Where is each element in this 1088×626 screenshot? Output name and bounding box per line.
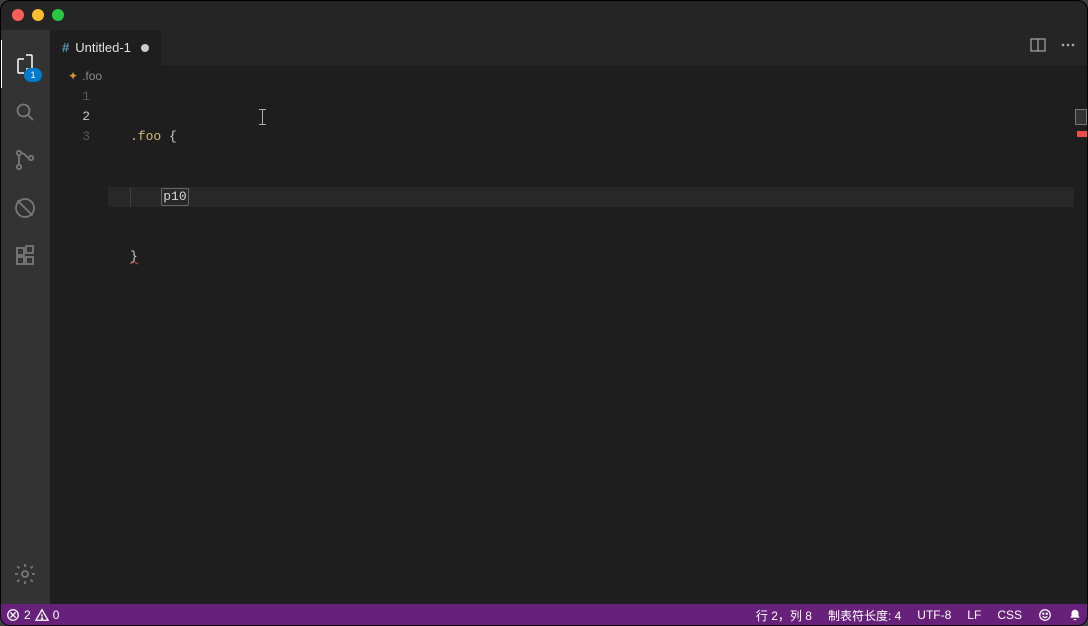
text-cursor: [262, 109, 263, 125]
status-encoding[interactable]: UTF-8: [911, 608, 957, 622]
activity-explorer-badge: 1: [24, 68, 42, 82]
status-problems[interactable]: 2 0: [0, 608, 65, 622]
code-content[interactable]: .foo { p10 }: [108, 87, 1088, 604]
editor-area[interactable]: 1 2 3 .foo { p10 }: [50, 87, 1088, 604]
css-selector-token: .foo: [130, 129, 161, 144]
warning-icon: [35, 608, 49, 622]
status-feedback[interactable]: [1032, 608, 1058, 622]
status-cursor-position[interactable]: 行 2，列 8: [750, 607, 818, 624]
bell-icon: [1068, 608, 1082, 622]
code-line[interactable]: p10: [108, 187, 1088, 207]
split-editor-icon[interactable]: [1030, 37, 1046, 58]
brace-token: {: [161, 129, 177, 144]
tab-label: Untitled-1: [75, 40, 131, 55]
ruler-error-marker: [1077, 131, 1087, 137]
window-titlebar: [0, 0, 1088, 30]
indent-guide: [130, 187, 131, 207]
line-number-gutter: 1 2 3: [50, 87, 108, 604]
activity-search[interactable]: [0, 88, 50, 136]
line-number: 2: [50, 107, 90, 127]
code-line[interactable]: }: [108, 247, 1088, 267]
smiley-icon: [1038, 608, 1052, 622]
error-icon: [6, 608, 20, 622]
tab-dirty-indicator: [141, 44, 149, 52]
activity-source-control[interactable]: [0, 136, 50, 184]
brace-token: }: [130, 249, 138, 265]
window-zoom-button[interactable]: [52, 9, 64, 21]
activity-debug[interactable]: [0, 184, 50, 232]
breadcrumb-item: .foo: [82, 69, 102, 83]
error-count: 2: [24, 608, 31, 622]
code-line[interactable]: .foo {: [108, 127, 1088, 147]
css-rule-icon: ✦: [68, 69, 78, 83]
editor-tabs: # Untitled-1: [50, 30, 1088, 65]
ruler-viewport-marker: [1075, 109, 1087, 125]
emmet-abbreviation: p10: [161, 188, 188, 206]
overview-ruler[interactable]: [1074, 87, 1088, 604]
window-close-button[interactable]: [12, 9, 24, 21]
activity-settings[interactable]: [0, 550, 50, 598]
status-language-mode[interactable]: CSS: [991, 608, 1028, 622]
warning-count: 0: [53, 608, 60, 622]
tab-untitled[interactable]: # Untitled-1: [50, 30, 162, 65]
activity-extensions[interactable]: [0, 232, 50, 280]
line-number: 3: [50, 127, 90, 147]
status-notifications[interactable]: [1062, 608, 1088, 622]
line-number: 1: [50, 87, 90, 107]
activity-explorer[interactable]: 1: [0, 40, 50, 88]
status-eol[interactable]: LF: [961, 608, 987, 622]
status-indentation[interactable]: 制表符长度: 4: [822, 607, 907, 624]
window-minimize-button[interactable]: [32, 9, 44, 21]
status-bar: 2 0 行 2，列 8 制表符长度: 4 UTF-8 LF CSS: [0, 604, 1088, 626]
breadcrumb[interactable]: ✦ .foo: [50, 65, 1088, 87]
more-actions-icon[interactable]: [1060, 37, 1076, 58]
css-filetype-icon: #: [62, 40, 69, 55]
activity-bar: 1: [0, 30, 50, 604]
